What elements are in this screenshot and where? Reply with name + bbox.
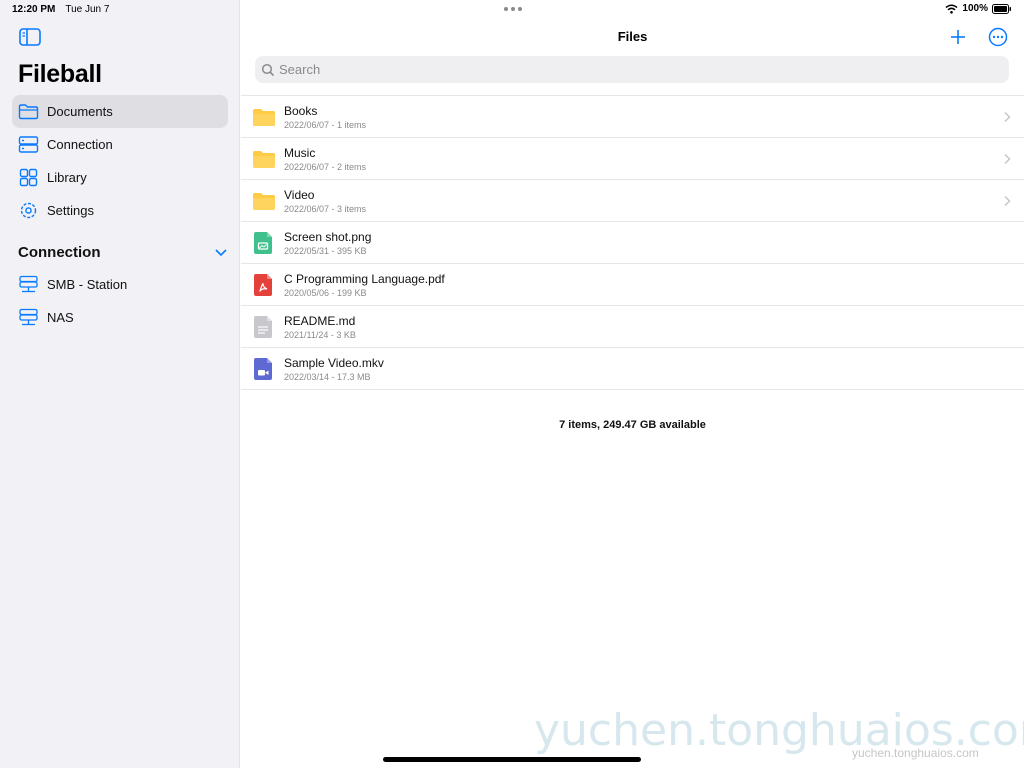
sidebar-item-connection[interactable]: Connection xyxy=(12,128,228,161)
search-input[interactable] xyxy=(279,62,979,77)
chevron-right-icon xyxy=(1004,154,1011,164)
text-file-icon xyxy=(254,316,272,338)
connection-list: SMB - Station NAS xyxy=(12,268,228,334)
status-bar-right: 100% xyxy=(945,3,1012,14)
file-row-video[interactable]: Video 2022/06/07 - 3 items xyxy=(241,180,1024,222)
connection-item-nas[interactable]: NAS xyxy=(12,301,228,334)
sidebar-item-label: Connection xyxy=(47,137,113,152)
gear-icon xyxy=(20,202,37,219)
add-button[interactable] xyxy=(947,26,969,48)
storage-summary: 7 items, 249.47 GB available xyxy=(559,419,706,431)
file-row-books[interactable]: Books 2022/06/07 - 1 items xyxy=(241,96,1024,138)
home-indicator[interactable] xyxy=(383,757,641,762)
battery-icon xyxy=(992,3,1011,14)
page-title: Files xyxy=(617,29,648,44)
folder-icon xyxy=(253,109,275,126)
chevron-down-icon[interactable] xyxy=(214,247,228,257)
status-time: 12:20 PM xyxy=(12,4,56,15)
file-row-readme[interactable]: README.md 2021/11/24 - 3 KB xyxy=(241,306,1024,348)
network-drive-icon xyxy=(19,275,38,293)
main-panel: 100% Files Search Books 2022/06/07 - 1 i… xyxy=(241,0,1024,768)
file-row-screenshot[interactable]: Screen shot.png 2022/05/31 - 395 KB xyxy=(241,222,1024,264)
network-drive-icon xyxy=(19,308,38,326)
sidebar: 12:20 PM Tue Jun 7 Fileball Documents Co… xyxy=(0,0,240,768)
file-meta: 2022/06/07 - 3 items xyxy=(284,204,367,214)
chevron-right-icon xyxy=(1004,112,1011,122)
sidebar-item-label: Documents xyxy=(47,104,113,119)
file-name: Screen shot.png xyxy=(284,230,372,244)
file-name: README.md xyxy=(284,314,356,328)
sidebar-item-documents[interactable]: Documents xyxy=(12,95,228,128)
connection-item-smb[interactable]: SMB - Station xyxy=(12,268,228,301)
watermark-small: yuchen.tonghuaios.com xyxy=(852,746,979,760)
file-row-sample-video[interactable]: Sample Video.mkv 2022/03/14 - 17.3 MB xyxy=(241,348,1024,390)
file-meta: 2020/05/06 - 199 KB xyxy=(284,288,367,298)
file-name: Sample Video.mkv xyxy=(284,356,384,370)
connection-item-label: NAS xyxy=(47,310,74,325)
sidebar-nav: Documents Connection Library Settings xyxy=(12,95,228,227)
file-list: Books 2022/06/07 - 1 items Music 2022/06… xyxy=(241,95,1024,390)
server-icon xyxy=(18,136,39,153)
file-name: Video xyxy=(284,188,315,202)
file-meta: 2022/05/31 - 395 KB xyxy=(284,246,367,256)
more-options-button[interactable] xyxy=(987,26,1009,48)
sidebar-item-label: Settings xyxy=(47,203,94,218)
folder-icon xyxy=(253,193,275,210)
section-title: Connection xyxy=(18,243,101,261)
folder-icon xyxy=(253,151,275,168)
file-meta: 2022/06/07 - 2 items xyxy=(284,162,367,172)
video-file-icon xyxy=(254,358,272,380)
file-meta: 2022/03/14 - 17.3 MB xyxy=(284,372,371,382)
folder-icon xyxy=(18,104,39,120)
battery-percent: 100% xyxy=(962,3,988,14)
status-date: Tue Jun 7 xyxy=(65,4,110,15)
app-window: 12:20 PM Tue Jun 7 Fileball Documents Co… xyxy=(0,0,1024,768)
sidebar-item-settings[interactable]: Settings xyxy=(12,194,228,227)
sidebar-item-library[interactable]: Library xyxy=(12,161,228,194)
file-meta: 2021/11/24 - 3 KB xyxy=(284,330,356,340)
file-name: C Programming Language.pdf xyxy=(284,272,445,286)
file-name: Books xyxy=(284,104,318,118)
grid-icon xyxy=(19,168,38,187)
pdf-file-icon xyxy=(254,274,272,296)
connection-section-header[interactable]: Connection xyxy=(18,240,228,264)
app-title: Fileball xyxy=(18,60,102,88)
sidebar-toggle-icon[interactable] xyxy=(19,28,41,46)
multitasking-dots-icon[interactable] xyxy=(504,7,522,11)
file-meta: 2022/06/07 - 1 items xyxy=(284,120,367,130)
connection-item-label: SMB - Station xyxy=(47,277,128,292)
wifi-icon xyxy=(945,4,958,14)
file-row-music[interactable]: Music 2022/06/07 - 2 items xyxy=(241,138,1024,180)
image-file-icon xyxy=(254,232,272,254)
file-row-pdf[interactable]: C Programming Language.pdf 2020/05/06 - … xyxy=(241,264,1024,306)
chevron-right-icon xyxy=(1004,196,1011,206)
sidebar-item-label: Library xyxy=(47,170,87,185)
status-bar-left: 12:20 PM Tue Jun 7 xyxy=(12,4,109,15)
search-icon xyxy=(261,63,275,76)
file-name: Music xyxy=(284,146,316,160)
search-bar[interactable] xyxy=(255,56,1009,83)
